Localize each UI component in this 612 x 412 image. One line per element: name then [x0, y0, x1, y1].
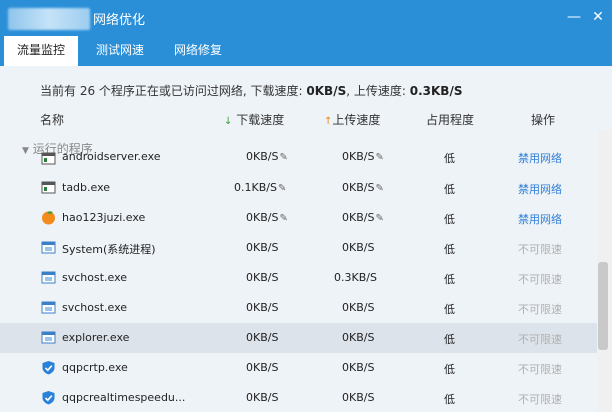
- disable-network-link[interactable]: 禁用网络: [518, 181, 562, 197]
- process-name: hao123juzi.exe: [62, 211, 146, 224]
- usage-level: 低: [444, 273, 455, 286]
- tab-speed-test[interactable]: 测试网速: [84, 36, 156, 66]
- process-name: svchost.exe: [62, 271, 128, 284]
- download-speed[interactable]: 0.1KB/S✎: [234, 181, 286, 194]
- download-speed[interactable]: 0KB/S✎: [246, 211, 288, 224]
- no-limit-label: 不可限速: [518, 243, 562, 256]
- process-name: qqpcrtp.exe: [62, 361, 128, 374]
- orange-icon: [42, 211, 55, 225]
- system-window-icon: [41, 241, 56, 254]
- table-row[interactable]: tadb.exe 0.1KB/S✎ 0KB/S✎ 低 禁用网络: [0, 173, 597, 203]
- download-speed: 0KB/S: [246, 241, 279, 254]
- title-bar: 网络优化 — ✕: [0, 0, 612, 36]
- no-limit-label: 不可限速: [518, 393, 562, 406]
- pencil-icon: ✎: [375, 152, 384, 163]
- app-window-icon: [41, 181, 56, 194]
- usage-level: 低: [444, 152, 455, 165]
- summary-download: 0KB/S: [306, 84, 347, 98]
- process-name: System(系统进程): [62, 243, 156, 256]
- disable-network-link[interactable]: 禁用网络: [518, 211, 562, 227]
- process-name: qqpcrealtimespeedu...: [62, 391, 186, 404]
- column-upload[interactable]: ↑上传速度: [324, 111, 380, 128]
- upload-speed: 0KB/S: [342, 301, 375, 314]
- usage-level: 低: [444, 243, 455, 256]
- table-row[interactable]: qqpcrtp.exe 0KB/S 0KB/S 低 不可限速: [0, 353, 597, 383]
- download-speed: 0KB/S: [246, 271, 279, 284]
- process-name: androidserver.exe: [62, 150, 161, 163]
- process-name: explorer.exe: [62, 331, 130, 344]
- usage-level: 低: [444, 183, 455, 196]
- process-name: tadb.exe: [62, 181, 111, 194]
- download-speed: 0KB/S: [246, 331, 279, 344]
- table-row-selected[interactable]: explorer.exe 0KB/S 0KB/S 低 不可限速: [0, 323, 597, 353]
- usage-level: 低: [444, 213, 455, 226]
- disable-network-link[interactable]: 禁用网络: [518, 150, 562, 166]
- download-speed: 0KB/S: [246, 361, 279, 374]
- usage-level: 低: [444, 393, 455, 406]
- tab-network-repair[interactable]: 网络修复: [162, 36, 234, 66]
- blurred-app-name: [8, 8, 90, 30]
- no-limit-label: 不可限速: [518, 363, 562, 376]
- tab-bar: 流量监控 测试网速 网络修复: [0, 36, 612, 66]
- usage-level: 低: [444, 333, 455, 346]
- arrow-down-icon: ↓: [224, 116, 233, 127]
- no-limit-label: 不可限速: [518, 273, 562, 286]
- download-speed[interactable]: 0KB/S✎: [246, 150, 288, 163]
- download-speed: 0KB/S: [246, 391, 279, 404]
- system-window-icon: [41, 301, 56, 314]
- pencil-icon: ✎: [375, 213, 384, 224]
- table-row[interactable]: hao123juzi.exe 0KB/S✎ 0KB/S✎ 低 禁用网络: [0, 203, 597, 233]
- process-name: svchost.exe: [62, 301, 128, 314]
- download-speed: 0KB/S: [246, 301, 279, 314]
- upload-speed[interactable]: 0KB/S✎: [342, 211, 384, 224]
- column-action: 操作: [531, 113, 556, 127]
- column-name[interactable]: 名称: [40, 111, 64, 128]
- no-limit-label: 不可限速: [518, 333, 562, 346]
- column-usage[interactable]: 占用程度: [426, 111, 474, 128]
- pencil-icon: ✎: [277, 183, 287, 194]
- scrollbar-thumb[interactable]: [598, 262, 608, 350]
- traffic-summary: 当前有 26 个程序正在或已访问过网络, 下载速度: 0KB/S, 上传速度: …: [40, 84, 463, 98]
- tab-traffic-monitor[interactable]: 流量监控: [4, 36, 78, 66]
- usage-level: 低: [444, 303, 455, 316]
- no-limit-label: 不可限速: [518, 303, 562, 316]
- column-download[interactable]: ↓ 下载速度: [224, 111, 284, 128]
- table-row[interactable]: svchost.exe 0KB/S 0.3KB/S 低 不可限速: [0, 263, 597, 293]
- pencil-icon: ✎: [279, 213, 288, 224]
- upload-speed[interactable]: 0KB/S✎: [342, 150, 384, 163]
- upload-speed: 0KB/S: [342, 361, 375, 374]
- table-row[interactable]: qqpcrealtimespeedu... 0KB/S 0KB/S 低 不可限速: [0, 383, 597, 412]
- usage-level: 低: [444, 363, 455, 376]
- table-row[interactable]: androidserver.exe 0KB/S✎ 0KB/S✎ 低 禁用网络: [0, 148, 597, 168]
- upload-speed: 0KB/S: [342, 331, 375, 344]
- pencil-icon: ✎: [375, 183, 384, 194]
- system-window-icon: [41, 331, 56, 344]
- upload-speed: 0KB/S: [342, 391, 375, 404]
- upload-speed: 0KB/S: [342, 241, 375, 254]
- upload-speed[interactable]: 0KB/S✎: [342, 181, 384, 194]
- table-row[interactable]: svchost.exe 0KB/S 0KB/S 低 不可限速: [0, 293, 597, 323]
- app-window-icon: [41, 152, 56, 165]
- table-row[interactable]: System(系统进程) 0KB/S 0KB/S 低 不可限速: [0, 233, 597, 263]
- shield-icon: [42, 361, 55, 375]
- summary-upload: 0.3KB/S: [409, 84, 463, 98]
- window-title: 网络优化: [93, 13, 146, 28]
- upload-speed: 0.3KB/S: [334, 271, 377, 284]
- shield-icon: [42, 391, 55, 405]
- system-window-icon: [41, 271, 56, 284]
- pencil-icon: ✎: [279, 152, 288, 163]
- minimize-button[interactable]: —: [566, 9, 582, 25]
- close-button[interactable]: ✕: [590, 9, 606, 25]
